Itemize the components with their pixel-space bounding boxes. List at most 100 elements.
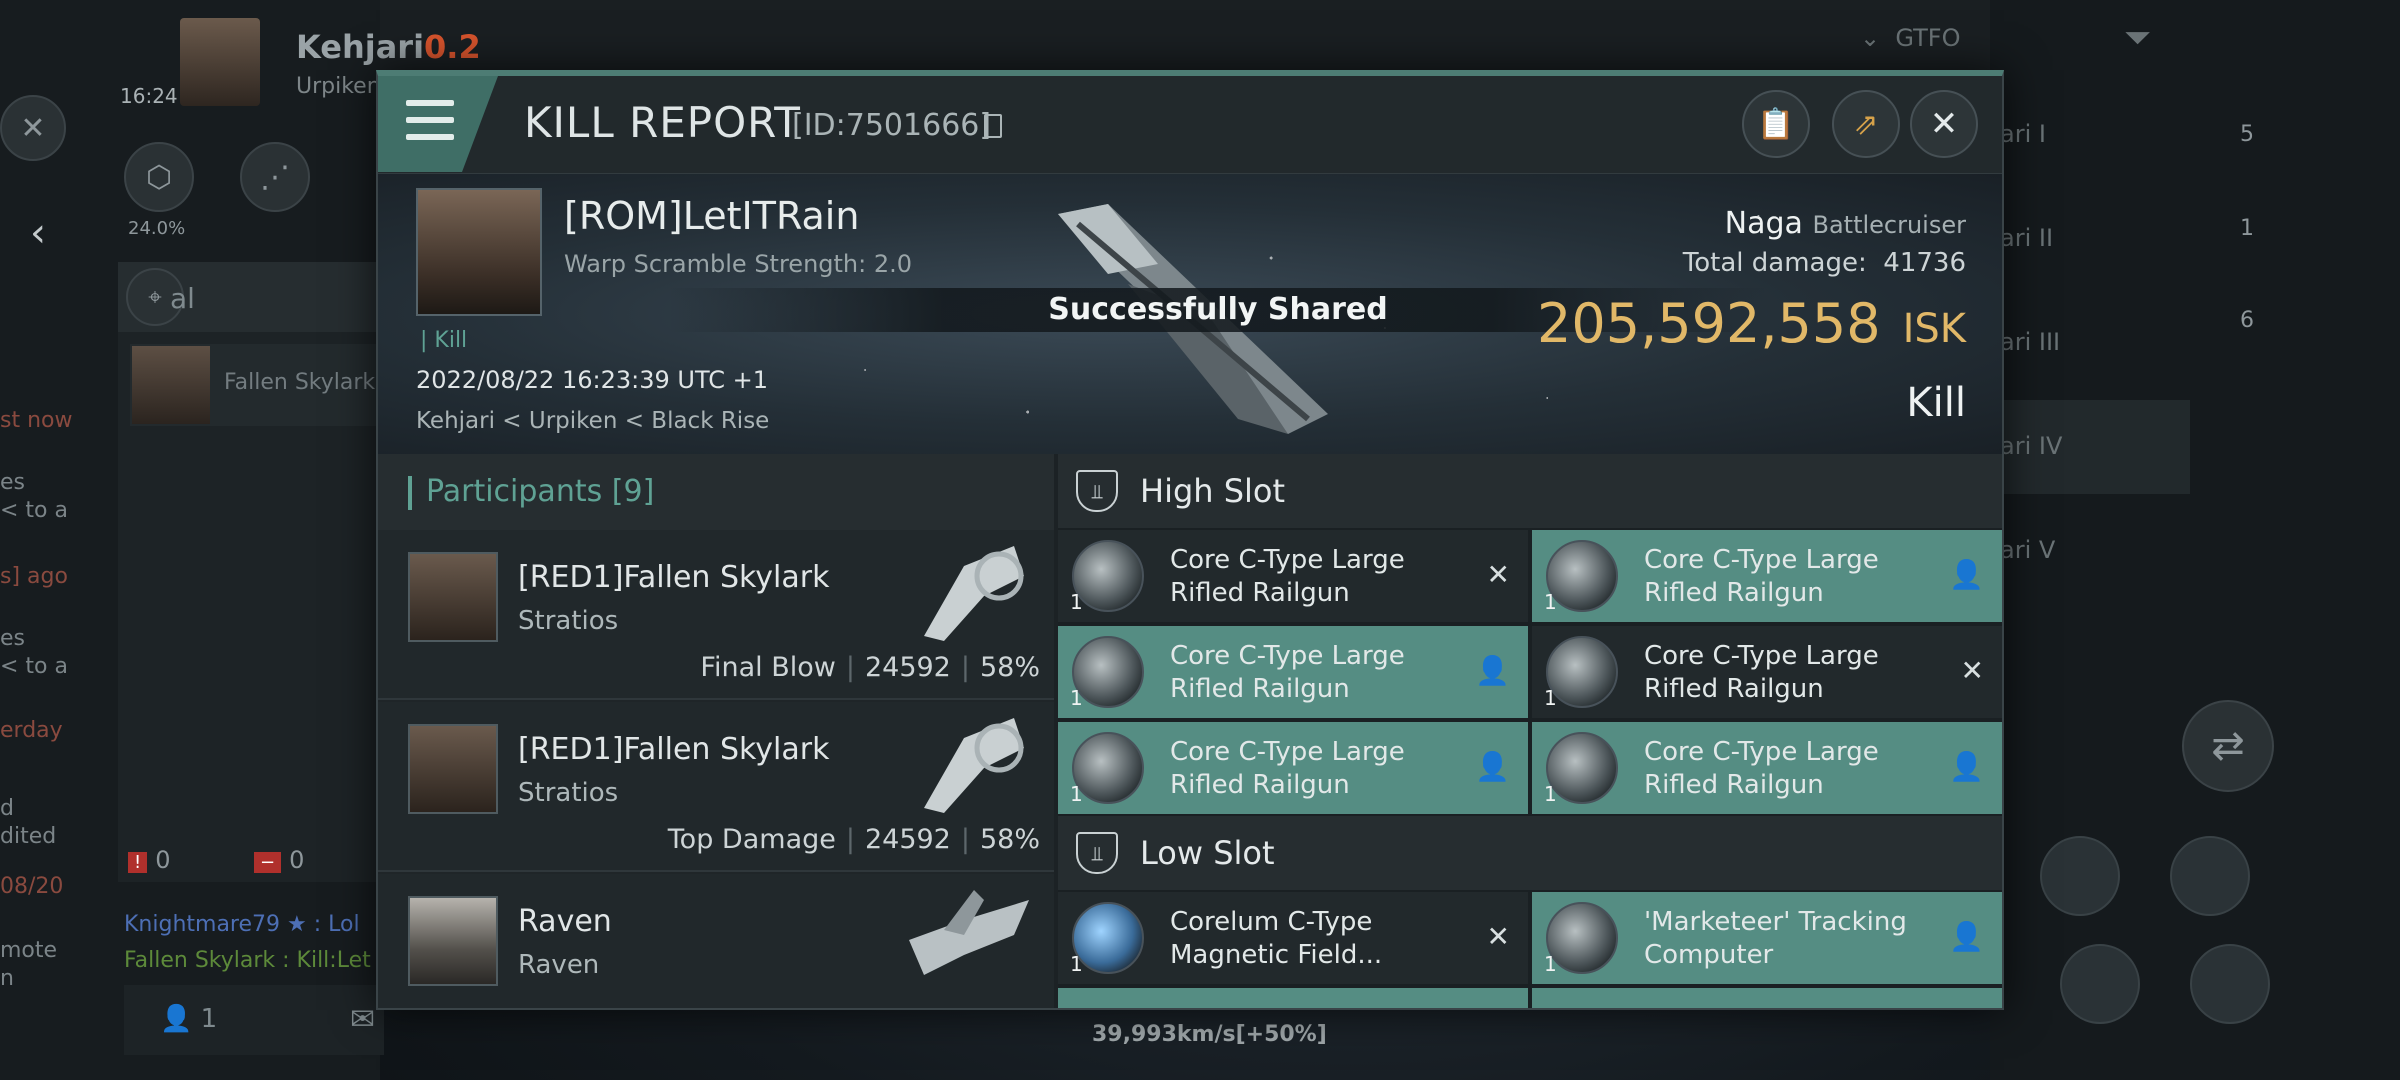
participant-name: [RED1]Fallen Skylark	[518, 732, 830, 767]
alert-counter-minus: −0	[254, 846, 304, 874]
copy-id-icon[interactable]	[984, 114, 1002, 138]
overview-count: 6	[2240, 308, 2254, 333]
collapse-chevron-icon[interactable]: ‹	[30, 210, 46, 256]
mail-fragment-3: < to a	[0, 498, 68, 523]
route-icon[interactable]: ⋰	[240, 142, 310, 212]
pilot-name: Kehjari0.2	[296, 28, 481, 66]
railgun-icon	[1546, 540, 1618, 612]
chat-member-name: Fallen Skylark	[224, 370, 376, 395]
pilot-avatar[interactable]	[180, 18, 260, 106]
module-item[interactable]: 1 Core C-Type Large Rifled Railgun ✕	[1532, 626, 2002, 718]
module-qty: 1	[1070, 590, 1083, 614]
module-slot-icon[interactable]	[2190, 944, 2270, 1024]
module-item[interactable]: 1 'Marketeer' Tracking Computer 👤	[1532, 892, 2002, 984]
overview-item[interactable]: ari III	[1990, 296, 2190, 390]
victim-name[interactable]: [ROM]LetITRain	[564, 194, 859, 238]
module-name: Core C-Type Large Rifled Railgun	[1170, 641, 1405, 704]
module-item[interactable]: 1 Core C-Type Large Rifled Railgun 👤	[1532, 530, 2002, 622]
module-slot-icon[interactable]	[2170, 836, 2250, 916]
overview-item[interactable]: ari V	[1990, 504, 2190, 598]
overview-item[interactable]: ari IV	[1990, 400, 2190, 494]
module-slot-icon[interactable]	[2060, 944, 2140, 1024]
participant-ship: Stratios	[518, 778, 619, 808]
swap-icon[interactable]: ⇄	[2182, 700, 2274, 792]
share-icon[interactable]: ⇗	[1832, 90, 1900, 158]
participant-ship-image	[924, 546, 1024, 641]
warp-scramble: Warp Scramble Strength: 2.0	[564, 250, 913, 278]
overview-item[interactable]: ari I	[1990, 88, 2190, 182]
mail-fragment-7: erday	[0, 718, 63, 743]
clock: 16:24	[120, 84, 178, 108]
railgun-icon	[1072, 540, 1144, 612]
overview-count: 5	[2240, 122, 2254, 147]
module-item[interactable]: 1 Core C-Type Large Rifled Railgun 👤	[1058, 626, 1528, 718]
mail-fragment-12: n	[0, 966, 14, 991]
mail-icon[interactable]: ✉	[350, 1002, 375, 1037]
victim-banner: [ROM]LetITRain Warp Scramble Strength: 2…	[378, 174, 2002, 454]
module-item[interactable]: 1 Core C-Type Large Rifled Railgun ✕	[1058, 530, 1528, 622]
module-item[interactable]: 1 Core C-Type Large Rifled Railgun 👤	[1532, 722, 2002, 814]
low-slot-label: Low Slot	[1140, 834, 1275, 872]
modal-header: KILL REPORT [ID:7501666] 📋 ⇗ ✕	[378, 76, 2002, 174]
participant-row[interactable]: [RED1]Fallen Skylark Stratios Final Blow…	[378, 530, 1054, 700]
module-qty: 1	[1544, 590, 1557, 614]
cargo-icon[interactable]: ⬡	[124, 142, 194, 212]
report-id: [ID:7501666]	[792, 108, 992, 143]
dropped-icon: 👤	[1949, 558, 1984, 591]
module-name: Core C-Type Large Rifled Railgun	[1644, 545, 1879, 608]
victim-avatar[interactable]	[416, 188, 542, 316]
close-icon[interactable]: ✕	[1910, 90, 1978, 158]
fitting-panel: ⫫ High Slot 1 Core C-Type Large Rifled R…	[1058, 454, 2002, 1008]
participant-stats: Final Blow | 24592 | 58%	[700, 652, 1040, 683]
result-label: Kill	[1906, 380, 1966, 426]
module-slot-icon[interactable]	[2040, 836, 2120, 916]
pilot-corp: Urpiken	[296, 74, 381, 99]
module-qty: 1	[1544, 686, 1557, 710]
kill-datetime: 2022/08/22 16:23:39 UTC +1	[416, 366, 768, 394]
chat-member-avatar	[132, 346, 210, 424]
high-slot-label: High Slot	[1140, 472, 1286, 510]
module-name: Core C-Type Large Rifled Railgun	[1170, 737, 1405, 800]
module-qty: 1	[1544, 782, 1557, 806]
participant-name: Raven	[518, 904, 612, 939]
mail-fragment-10: 08/20	[0, 874, 64, 899]
participant-ship: Stratios	[518, 606, 619, 636]
railgun-icon	[1072, 732, 1144, 804]
module-item[interactable]	[1532, 988, 2002, 1008]
participants-panel: Participants [9] [RED1]Fallen Skylark St…	[378, 454, 1054, 1008]
module-item[interactable]	[1058, 988, 1528, 1008]
clipboard-icon[interactable]: 📋	[1742, 90, 1810, 158]
participant-avatar	[408, 896, 498, 986]
alert-counter-red: ! 0	[128, 846, 171, 874]
participant-name: [RED1]Fallen Skylark	[518, 560, 830, 595]
speed-readout: 39,993km/s[+50%]	[1092, 1022, 1327, 1047]
dropped-icon: 👤	[1949, 750, 1984, 783]
railgun-icon	[1546, 732, 1618, 804]
module-name: 'Marketeer' Tracking Computer	[1644, 907, 1907, 970]
module-name: Core C-Type Large Rifled Railgun	[1170, 545, 1405, 608]
module-item[interactable]: 1 Corelum C-Type Magnetic Field... ✕	[1058, 892, 1528, 984]
participant-stats: Top Damage | 24592 | 58%	[667, 824, 1040, 855]
module-name: Corelum C-Type Magnetic Field...	[1170, 907, 1383, 970]
hamburger-icon	[406, 100, 454, 140]
railgun-icon	[1072, 636, 1144, 708]
close-icon[interactable]: ✕	[0, 95, 66, 161]
menu-button[interactable]	[378, 76, 498, 172]
modal-title: KILL REPORT	[524, 98, 801, 147]
kill-tag: | Kill	[420, 328, 468, 353]
tracking-computer-icon	[1546, 902, 1618, 974]
overview-item[interactable]: ari II	[1990, 192, 2190, 286]
participant-row[interactable]: Raven Raven	[378, 874, 1054, 1008]
railgun-icon	[1546, 636, 1618, 708]
mail-fragment-1: st now	[0, 408, 73, 433]
module-qty: 1	[1070, 782, 1083, 806]
victim-ship: Naga Battlecruiser	[1724, 206, 1966, 241]
low-slot-header: ⫫ Low Slot	[1058, 816, 2002, 890]
participant-row[interactable]: [RED1]Fallen Skylark Stratios Top Damage…	[378, 702, 1054, 872]
dropped-icon: 👤	[1949, 920, 1984, 953]
module-item[interactable]: 1 Core C-Type Large Rifled Railgun 👤	[1058, 722, 1528, 814]
destroyed-icon: ✕	[1960, 654, 1984, 687]
filter-icon[interactable]: ⏷	[2124, 18, 2151, 58]
overview-filter[interactable]: ⌄ GTFO	[1860, 24, 1960, 52]
destroyed-icon: ✕	[1486, 558, 1510, 591]
